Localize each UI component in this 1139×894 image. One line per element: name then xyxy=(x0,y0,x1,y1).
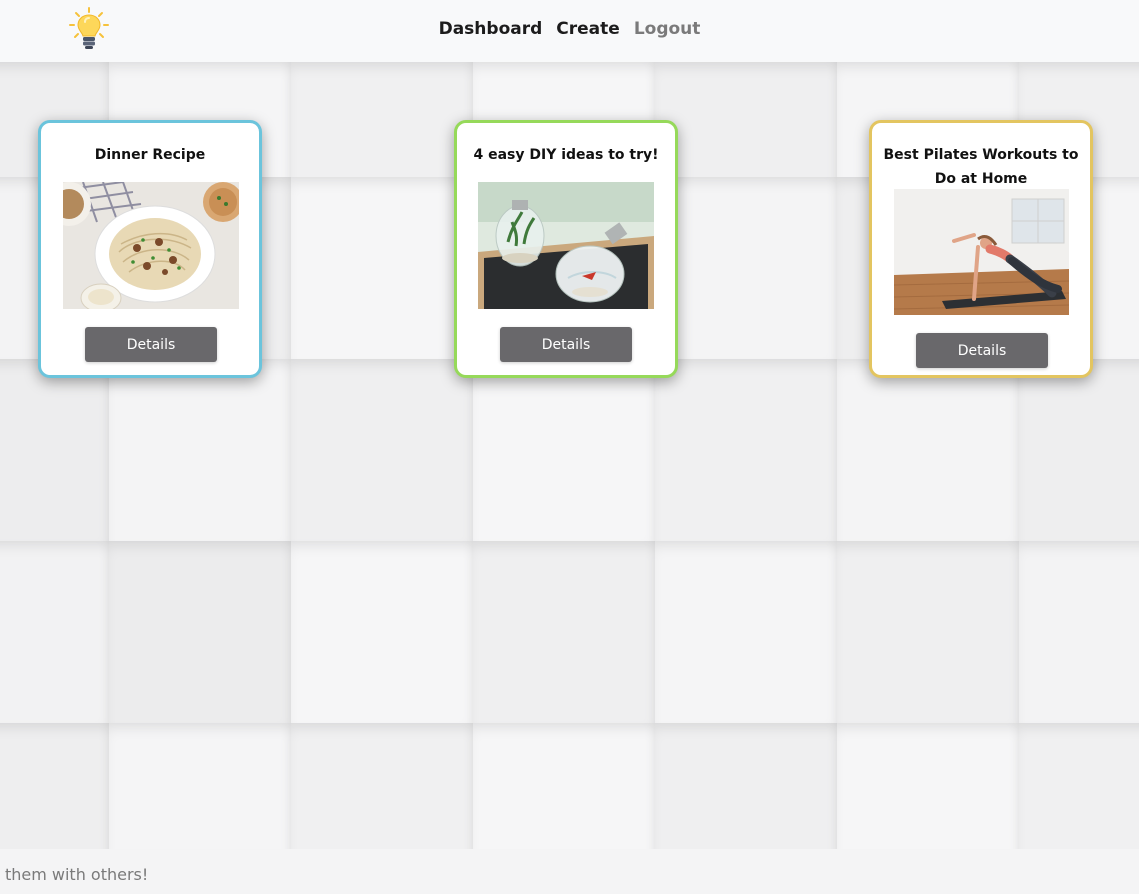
card-title: 4 easy DIY ideas to try! xyxy=(473,147,659,163)
card-title: Best Pilates Workouts to Do at Home xyxy=(883,147,1079,187)
navbar: Dashboard Create Logout xyxy=(0,0,1139,62)
nav-logout-link[interactable]: Logout xyxy=(634,19,701,39)
details-button[interactable]: Details xyxy=(500,327,632,362)
lightbulb-terrarium-photo xyxy=(478,182,654,309)
pasta-dish-photo xyxy=(63,182,239,309)
idea-card-pilates: Best Pilates Workouts to Do at Home Deta… xyxy=(869,120,1093,378)
nav-create-link[interactable]: Create xyxy=(556,19,620,39)
nav-dashboard-link[interactable]: Dashboard xyxy=(439,19,543,39)
pilates-workout-photo xyxy=(894,189,1069,315)
idea-card-dinner-recipe: Dinner Recipe Details xyxy=(38,120,262,378)
nav-links: Dashboard Create Logout xyxy=(0,0,1139,58)
footer: are them with others! xyxy=(0,849,1139,894)
idea-card-diy: 4 easy DIY ideas to try! Details xyxy=(454,120,678,378)
details-button[interactable]: Details xyxy=(85,327,217,362)
footer-text: are them with others! xyxy=(0,865,149,884)
details-button[interactable]: Details xyxy=(916,333,1048,368)
card-title: Dinner Recipe xyxy=(94,147,206,163)
